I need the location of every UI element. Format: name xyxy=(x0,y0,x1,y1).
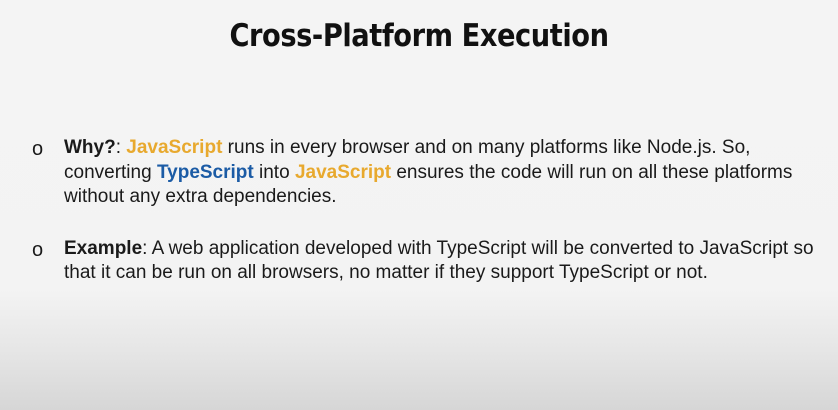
bullet-marker: o xyxy=(32,238,44,261)
javascript-highlight: JavaScript xyxy=(126,137,223,158)
bullet-label: Why? xyxy=(64,137,116,158)
javascript-highlight: JavaScript xyxy=(294,161,392,183)
bullet-text: Why?: JavaScript runs in every browser a… xyxy=(64,136,822,210)
text-segment: : xyxy=(115,137,127,158)
slide-title: Cross-Platform Execution xyxy=(229,18,609,54)
typescript-highlight: TypeScript xyxy=(156,161,254,183)
text-segment: into xyxy=(253,161,295,183)
text-segment: : A web application developed with TypeS… xyxy=(64,237,814,284)
bullet-label: Example xyxy=(64,237,143,259)
bullet-list: o Why?: JavaScript runs in every browser… xyxy=(32,136,822,313)
bullet-example: o Example: A web application developed w… xyxy=(32,237,822,286)
bullet-marker: o xyxy=(32,138,44,160)
bullet-why: o Why?: JavaScript runs in every browser… xyxy=(32,136,822,210)
bullet-text: Example: A web application developed wit… xyxy=(64,237,822,286)
